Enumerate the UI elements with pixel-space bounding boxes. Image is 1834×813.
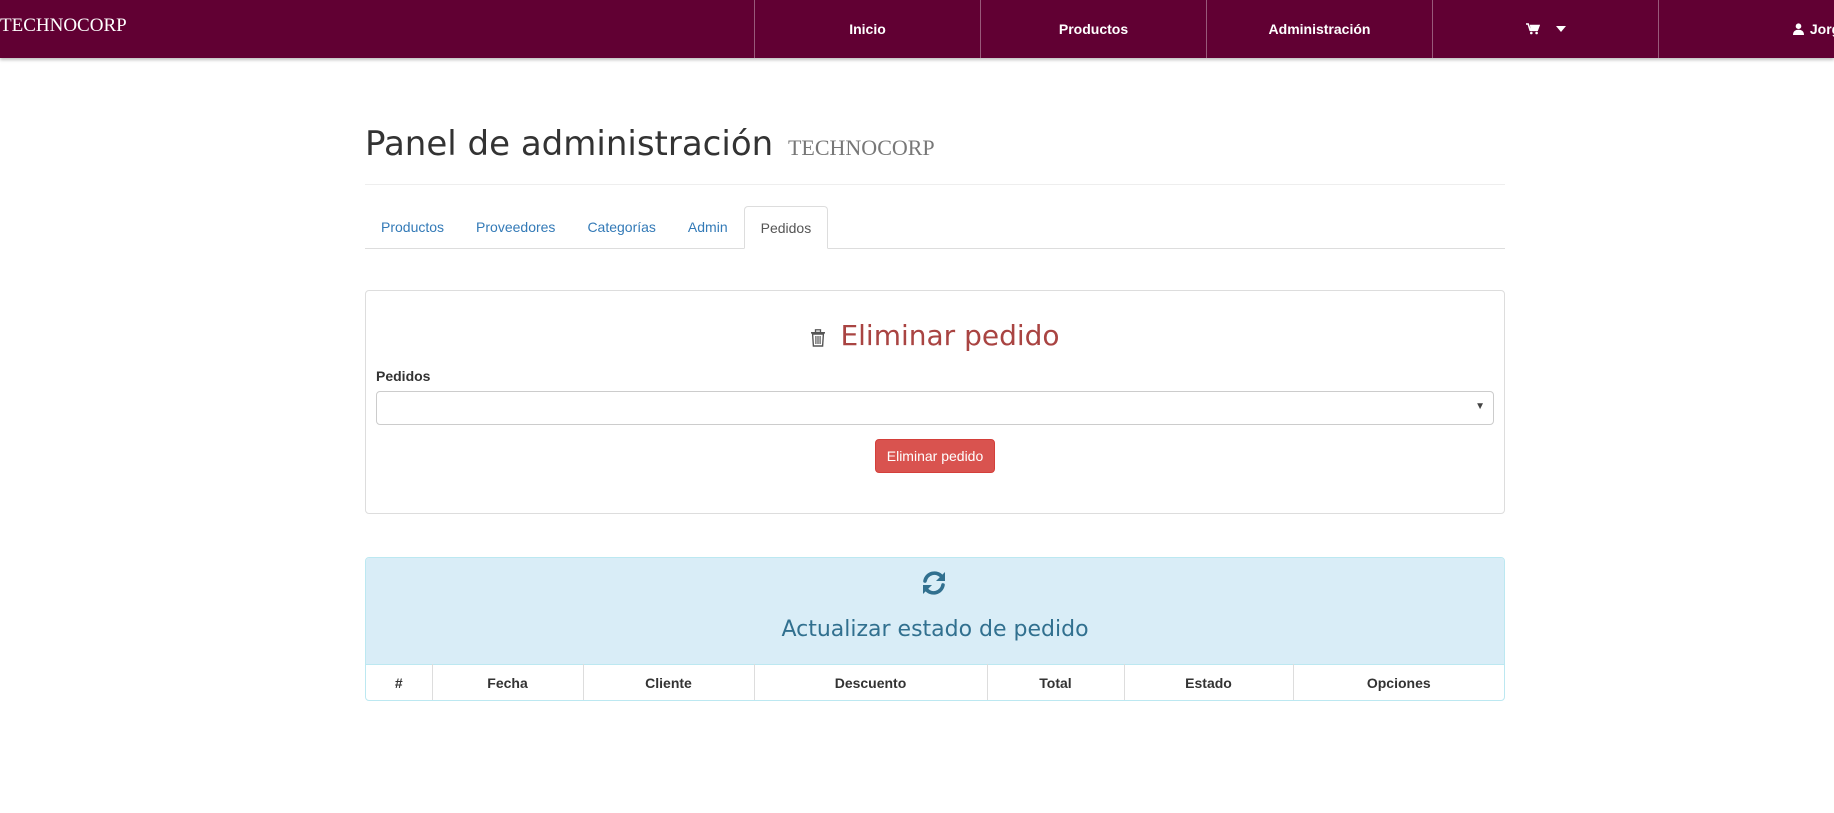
page-subtitle: TECHNOCORP bbox=[787, 135, 935, 160]
page-title: Panel de administración TECHNOCORP bbox=[365, 124, 935, 164]
dropdown-arrow-icon: ▼ bbox=[1475, 401, 1485, 412]
nav-item-user[interactable]: Jorge bbox=[1658, 0, 1834, 58]
update-panel-heading: Actualizar estado de pedido bbox=[366, 558, 1504, 665]
nav-item-label: Inicio bbox=[849, 21, 886, 37]
refresh-icon bbox=[920, 569, 948, 602]
nav-item-label: Administración bbox=[1268, 21, 1371, 37]
column-header-opciones: Opciones bbox=[1366, 674, 1431, 691]
admin-tabs: Productos Proveedores Categorías Admin P… bbox=[365, 206, 1505, 249]
chevron-down-icon bbox=[1555, 26, 1566, 32]
column-header-descuento: Descuento bbox=[754, 664, 988, 700]
delete-order-panel: Eliminar pedido Pedidos ▼ Eliminar pedid… bbox=[365, 290, 1505, 514]
delete-order-button[interactable]: Eliminar pedido bbox=[875, 439, 995, 473]
nav-item-administracion[interactable]: Administración bbox=[1206, 0, 1432, 58]
column-header-estado: Estado bbox=[1124, 664, 1294, 700]
orders-table: # Fecha Cliente Descuento Total Estado O… bbox=[366, 664, 1504, 700]
update-order-status-title: Actualizar estado de pedido bbox=[781, 617, 1089, 642]
column-header-id: # bbox=[366, 664, 433, 700]
column-header-total: Total bbox=[987, 664, 1125, 700]
tab-categorias[interactable]: Categorías bbox=[571, 206, 671, 248]
tab-pedidos[interactable]: Pedidos bbox=[743, 206, 829, 249]
main-nav: Inicio Productos Administración Jor bbox=[754, 0, 1834, 58]
nav-item-cart-dropdown[interactable] bbox=[1432, 0, 1658, 58]
header-divider bbox=[365, 184, 1505, 185]
tab-admin[interactable]: Admin bbox=[672, 206, 744, 248]
update-order-status-panel: Actualizar estado de pedido # Fecha Clie… bbox=[365, 557, 1505, 701]
nav-item-productos[interactable]: Productos bbox=[980, 0, 1206, 58]
shopping-cart-icon bbox=[1525, 23, 1540, 35]
brand-logo[interactable]: TECHNOCORP bbox=[0, 15, 127, 37]
nav-item-label: Jorge bbox=[1809, 21, 1834, 37]
tab-proveedores[interactable]: Proveedores bbox=[460, 206, 571, 248]
delete-order-title: Eliminar pedido bbox=[840, 319, 1060, 352]
nav-item-inicio[interactable]: Inicio bbox=[754, 0, 980, 58]
nav-item-label: Productos bbox=[1058, 21, 1129, 37]
page-title-text: Panel de administración bbox=[365, 124, 774, 164]
column-header-cliente: Cliente bbox=[583, 664, 755, 700]
tab-productos[interactable]: Productos bbox=[365, 206, 460, 248]
pedidos-label: Pedidos bbox=[376, 368, 431, 384]
user-icon bbox=[1792, 23, 1804, 35]
trash-icon bbox=[810, 321, 826, 354]
pedidos-select[interactable]: ▼ bbox=[376, 391, 1494, 425]
column-header-fecha: Fecha bbox=[432, 664, 584, 700]
delete-order-heading: Eliminar pedido bbox=[366, 319, 1504, 354]
table-header-row: # Fecha Cliente Descuento Total Estado O… bbox=[366, 664, 1504, 700]
top-navbar: TECHNOCORP Inicio Productos Administraci… bbox=[0, 0, 1834, 58]
